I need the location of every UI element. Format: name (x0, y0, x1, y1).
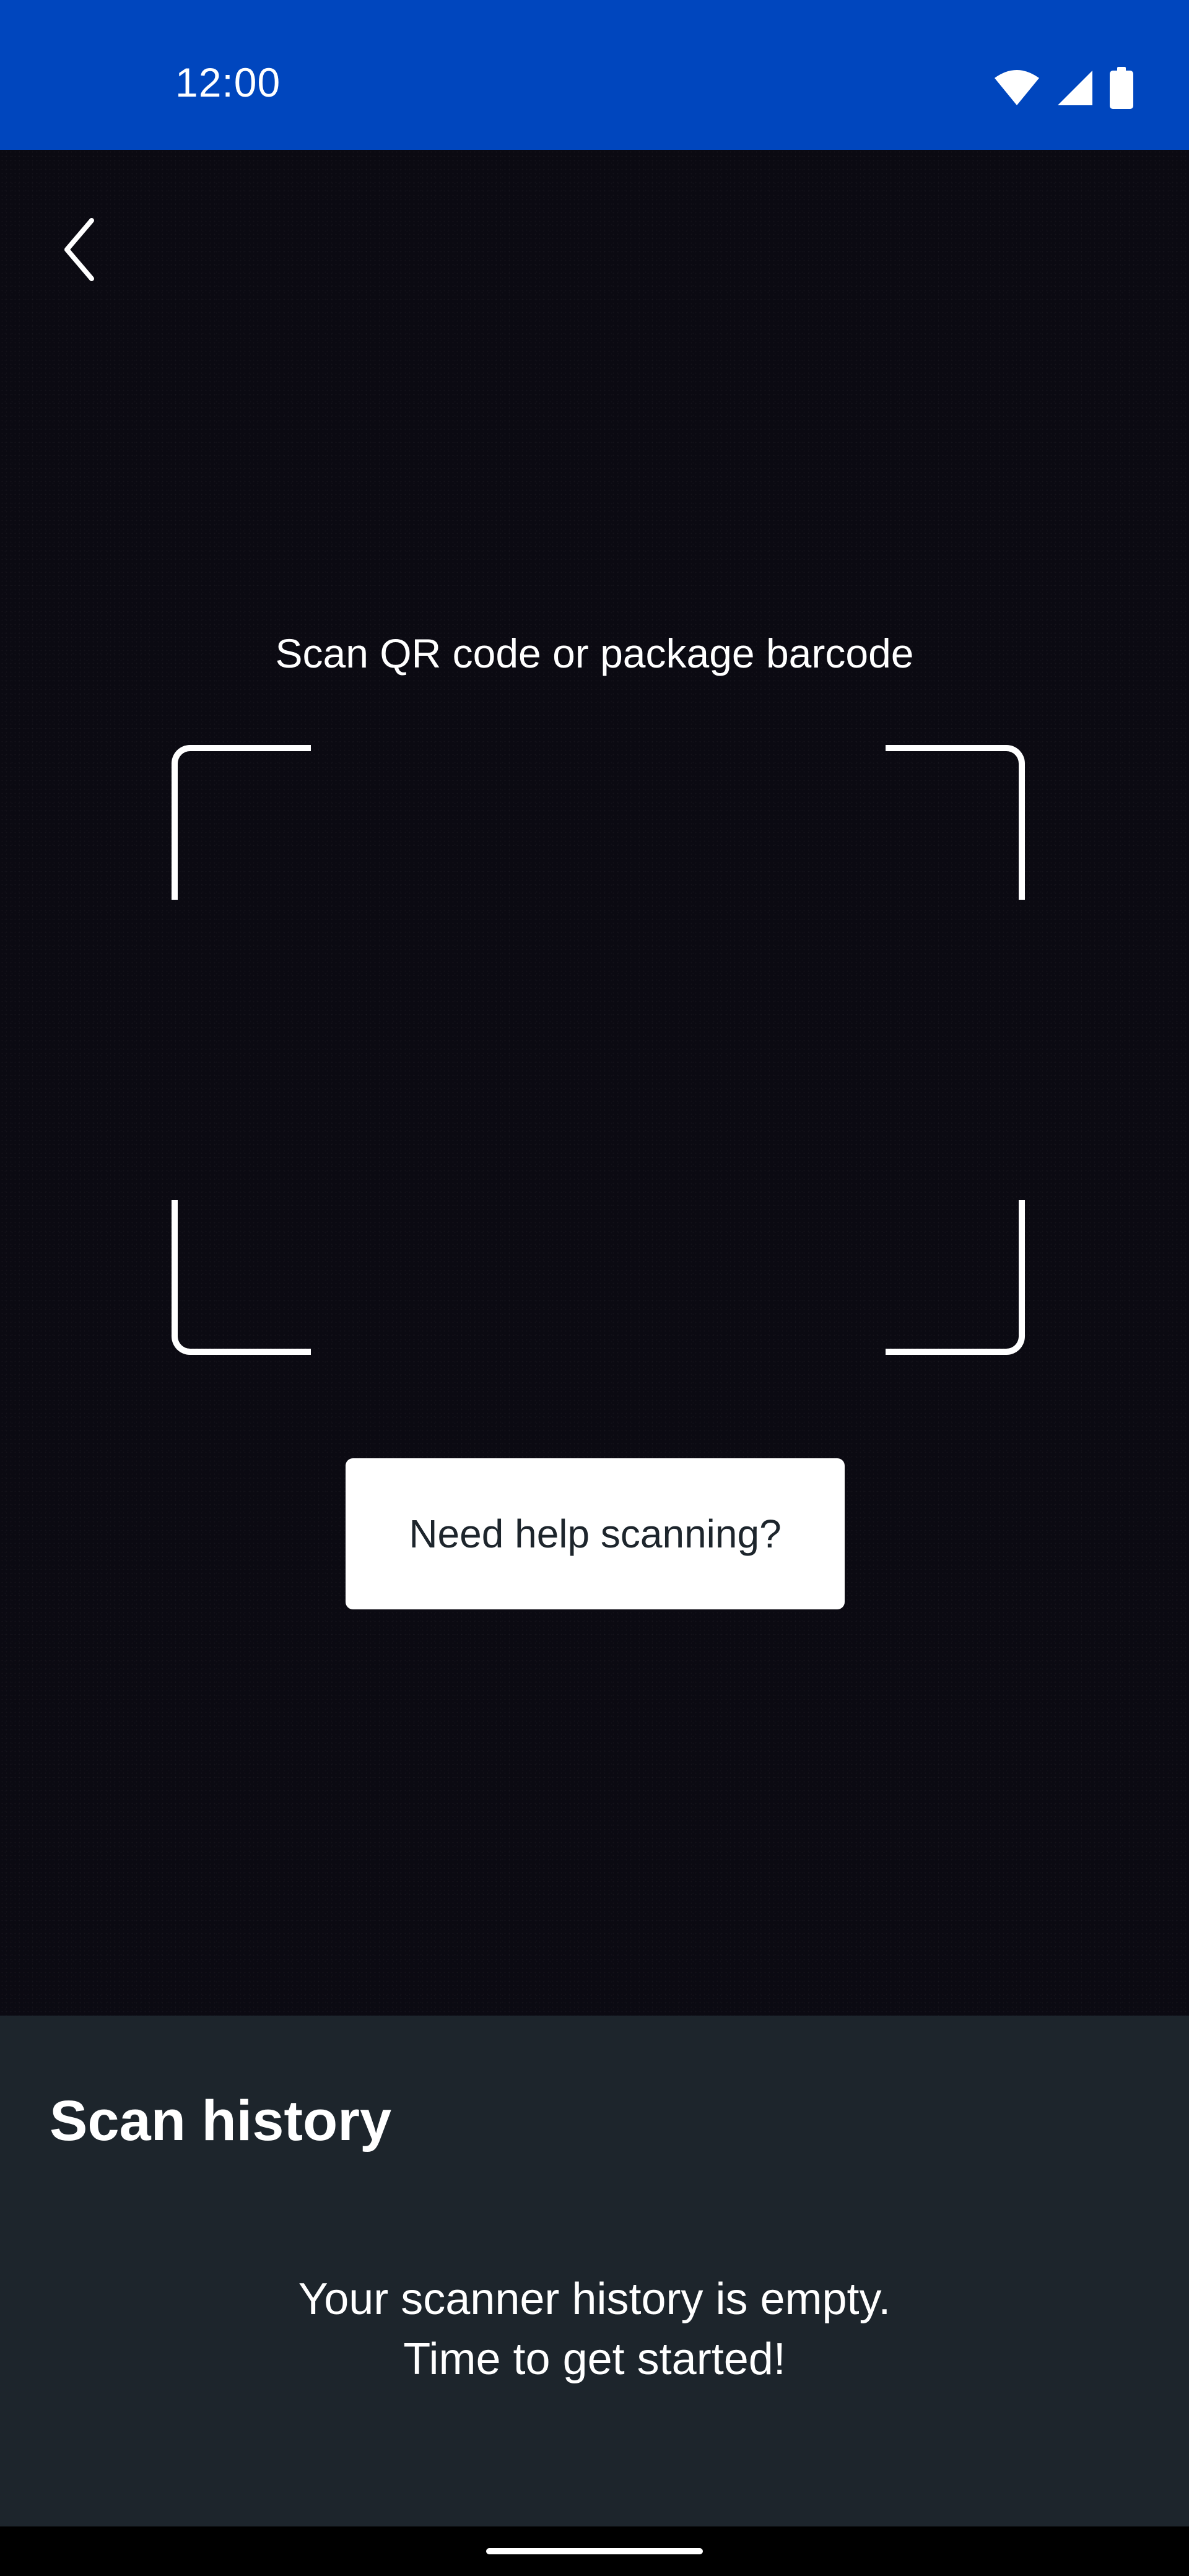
empty-message-line-2: Time to get started! (403, 2334, 786, 2384)
wifi-icon (993, 69, 1040, 110)
scan-frame-corner-bottom-right (886, 1200, 1025, 1355)
empty-message-line-1: Your scanner history is empty. (298, 2274, 891, 2324)
back-button[interactable] (48, 204, 110, 297)
scan-frame-corner-bottom-left (172, 1200, 311, 1355)
scan-history-empty-message: Your scanner history is empty. Time to g… (0, 2269, 1189, 2390)
home-gesture-handle[interactable] (486, 2548, 703, 2554)
need-help-scanning-button[interactable]: Need help scanning? (346, 1458, 845, 1609)
scan-frame-corner-top-right (886, 745, 1025, 900)
status-icons (993, 66, 1133, 112)
status-bar: 12:00 (0, 0, 1189, 150)
battery-icon (1110, 66, 1133, 112)
scan-history-title: Scan history (50, 2089, 392, 2152)
scan-instruction: Scan QR code or package barcode (275, 630, 914, 676)
camera-viewfinder (0, 150, 1189, 2016)
status-time: 12:00 (175, 59, 281, 105)
signal-icon (1056, 69, 1094, 110)
scan-history-panel: Scan history Your scanner history is emp… (0, 2016, 1189, 2526)
chevron-left-icon (61, 215, 98, 287)
scan-frame-corner-top-left (172, 745, 311, 900)
